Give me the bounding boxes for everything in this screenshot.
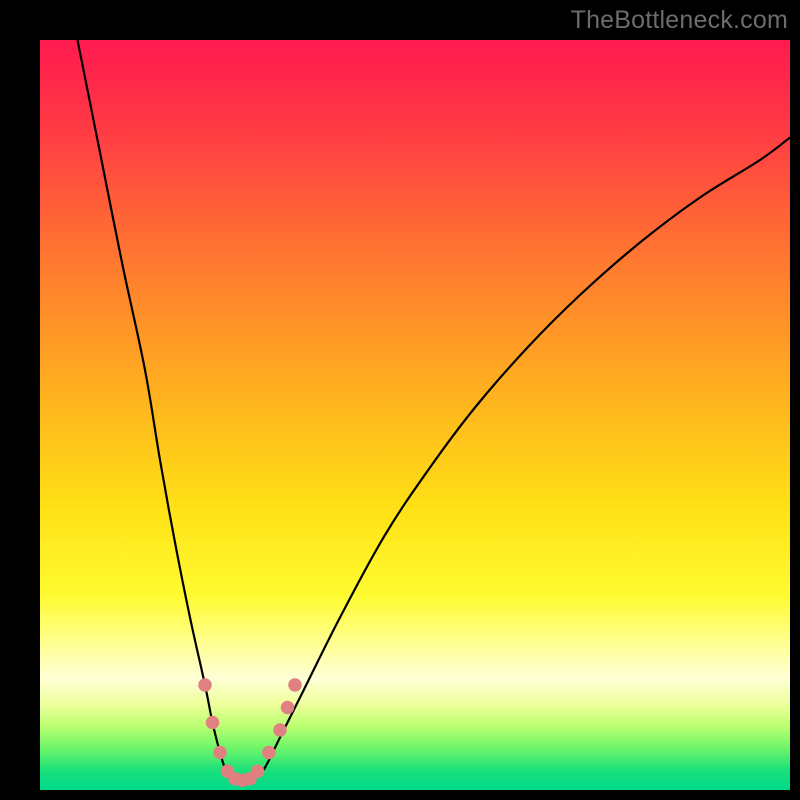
marker-dot (206, 716, 220, 730)
marker-dot (198, 678, 212, 692)
marker-dot (262, 746, 276, 760)
marker-dot (213, 746, 227, 760)
plot-svg (40, 40, 790, 790)
marker-dot (251, 765, 265, 779)
marker-dot (273, 723, 287, 737)
marker-dot (288, 678, 302, 692)
marker-dot (281, 701, 295, 715)
watermark-text: TheBottleneck.com (571, 6, 788, 35)
chart-frame: TheBottleneck.com (0, 0, 800, 800)
plot-area (40, 40, 790, 790)
